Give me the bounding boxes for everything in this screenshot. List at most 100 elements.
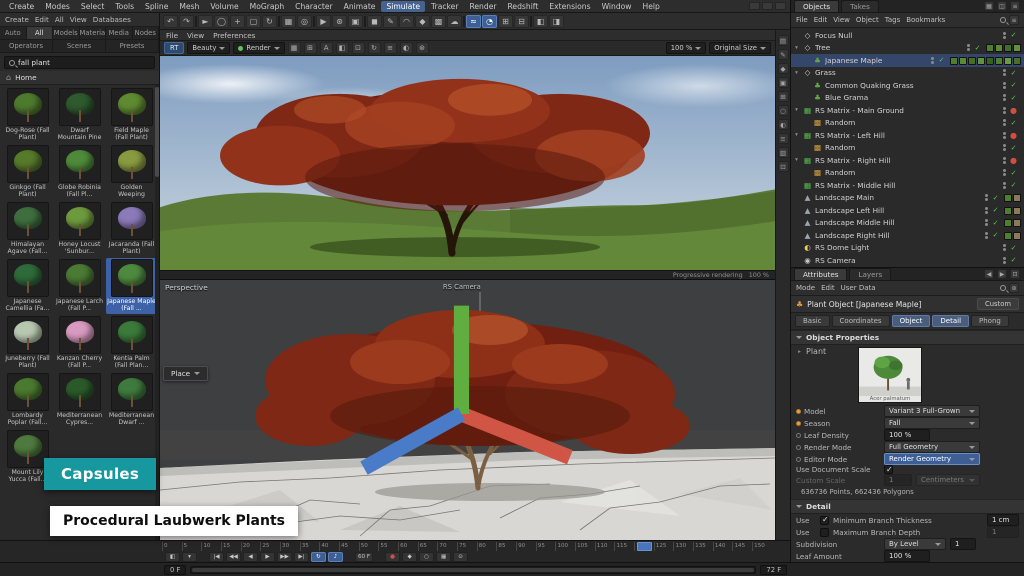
- visibility-dots[interactable]: [1003, 257, 1006, 264]
- visibility-dots[interactable]: [1003, 182, 1006, 189]
- object-name[interactable]: Landscape Left Hill: [815, 206, 884, 215]
- enable-toggle[interactable]: ✓: [1009, 181, 1018, 189]
- toolbar-icon[interactable]: [278, 16, 280, 27]
- object-row[interactable]: ♣ Japanese Maple ✓: [791, 54, 1024, 67]
- object-row[interactable]: ▲ Landscape Right Hill ✓: [791, 229, 1024, 242]
- object-row[interactable]: ◐ RS Dome Light ✓: [791, 242, 1024, 255]
- render-preview[interactable]: [160, 56, 775, 271]
- scale-tool-icon[interactable]: ▢: [246, 15, 261, 28]
- move-tool-icon[interactable]: +: [230, 15, 245, 28]
- object-name[interactable]: Blue Grama: [825, 93, 868, 102]
- visibility-dots[interactable]: [931, 57, 934, 64]
- menu-item[interactable]: Extensions: [544, 1, 595, 12]
- rotate-tool-icon[interactable]: ↻: [262, 15, 277, 28]
- rt-button[interactable]: RT: [164, 42, 184, 54]
- min-branch-checkbox[interactable]: [820, 516, 829, 525]
- object-name[interactable]: Landscape Middle Hill: [815, 218, 895, 227]
- settings-icon[interactable]: ⊛: [1009, 283, 1019, 293]
- expand-arrow-icon[interactable]: ▾: [793, 157, 800, 163]
- display-mode-icon[interactable]: ◧: [533, 15, 548, 28]
- asset-browser-tab[interactable]: Nodes: [133, 27, 160, 39]
- menu-item[interactable]: Select: [76, 1, 109, 12]
- expand-arrow-icon[interactable]: ▾: [793, 70, 800, 76]
- attribute-tab[interactable]: Layers: [849, 268, 891, 280]
- attribute-section-tab[interactable]: Coordinates: [832, 315, 890, 327]
- plant-card[interactable]: Dwarf Mountain Pine (...: [54, 87, 105, 143]
- live-selection-icon[interactable]: ◯: [214, 15, 229, 28]
- enable-toggle[interactable]: ✓: [1009, 81, 1018, 89]
- keyframe-selection-button[interactable]: ○: [419, 552, 434, 562]
- object-name[interactable]: Random: [825, 143, 855, 152]
- asset-browser-subtab[interactable]: Presets: [106, 40, 159, 52]
- plant-card[interactable]: Honey Locust 'Sunbur...: [54, 201, 105, 257]
- season-dropdown[interactable]: Fall: [884, 417, 980, 429]
- object-name[interactable]: Random: [825, 118, 855, 127]
- render-view-menu-item[interactable]: Preferences: [213, 31, 255, 40]
- asset-search[interactable]: [4, 56, 155, 69]
- enable-toggle[interactable]: ✓: [1009, 256, 1018, 264]
- playhead[interactable]: [637, 542, 652, 551]
- back-icon[interactable]: ◀: [984, 269, 994, 279]
- object-row[interactable]: ▲ Landscape Main ✓: [791, 192, 1024, 205]
- subdivision-level-field[interactable]: 1: [950, 538, 976, 550]
- keyframe-dot[interactable]: [796, 457, 801, 462]
- enable-toggle[interactable]: ✓: [1009, 94, 1018, 102]
- layout-grid-icon[interactable]: [762, 2, 773, 10]
- zoom-dropdown[interactable]: 100 %: [666, 42, 707, 54]
- render-dropdown[interactable]: Render: [233, 42, 284, 54]
- max-branch-field[interactable]: 1: [987, 526, 1019, 538]
- enable-toggle[interactable]: ✓: [1009, 244, 1018, 252]
- attribute-tab[interactable]: Attributes: [794, 268, 847, 280]
- enable-toggle[interactable]: ✓: [1009, 144, 1018, 152]
- workplane-icon[interactable]: ▣: [778, 77, 789, 88]
- render-view-menu-item[interactable]: View: [187, 31, 204, 40]
- object-name[interactable]: RS Matrix - Middle Hill: [815, 181, 895, 190]
- use-document-scale-checkbox[interactable]: [884, 465, 893, 474]
- attribute-section-tab[interactable]: Phong: [971, 315, 1009, 327]
- menu-item[interactable]: Animate: [339, 1, 381, 12]
- object-row[interactable]: ▾ ◇ Grass ✓: [791, 67, 1024, 80]
- layout-icon[interactable]: ▤: [778, 35, 789, 46]
- asset-browser-menu-item[interactable]: Create: [5, 15, 29, 24]
- object-row[interactable]: ◉ RS Camera ✓: [791, 254, 1024, 267]
- plant-card[interactable]: Golden Weeping Willo...: [106, 144, 157, 200]
- compare-icon[interactable]: ◧: [336, 42, 349, 54]
- object-manager-menu-item[interactable]: Object: [856, 16, 879, 24]
- current-frame-field[interactable]: 60 F: [355, 552, 373, 562]
- grid-icon[interactable]: ⊟: [514, 15, 529, 28]
- texture-tags[interactable]: [985, 43, 1021, 52]
- panel-menu-icon[interactable]: ≡: [1010, 1, 1020, 11]
- texture-tags[interactable]: [1003, 206, 1021, 215]
- object-row[interactable]: ♣ Common Quaking Grass ✓: [791, 79, 1024, 92]
- text-overlay-icon[interactable]: A: [320, 42, 333, 54]
- object-name[interactable]: Random: [825, 168, 855, 177]
- primitive-cube-icon[interactable]: ◼: [367, 15, 382, 28]
- selection-tool-icon[interactable]: ►: [198, 15, 213, 28]
- asset-browser-menu-item[interactable]: View: [70, 15, 87, 24]
- prev-key-button[interactable]: ◀◀: [226, 552, 241, 562]
- toolbar-icon[interactable]: [364, 16, 366, 27]
- size-dropdown[interactable]: Original Size: [709, 42, 771, 54]
- goto-start-button[interactable]: |◀: [209, 552, 224, 562]
- asset-breadcrumb[interactable]: ⌂ Home: [0, 71, 159, 85]
- attribute-section-tab[interactable]: Basic: [795, 315, 830, 327]
- plant-card[interactable]: Globe Robinia (Fall Pl...: [54, 144, 105, 200]
- plant-card[interactable]: Kanzan Cherry (Fall P...: [54, 315, 105, 371]
- volume-icon[interactable]: ☁: [447, 15, 462, 28]
- enable-toggle[interactable]: ●: [1009, 131, 1018, 140]
- view-icon[interactable]: ⊡: [778, 161, 789, 172]
- object-manager-menu-item[interactable]: File: [796, 16, 808, 24]
- object-name[interactable]: RS Dome Light: [815, 243, 869, 252]
- visibility-dots[interactable]: [1003, 82, 1006, 89]
- record-filter-button[interactable]: ▦: [436, 552, 451, 562]
- menu-item[interactable]: Redshift: [503, 1, 544, 12]
- toolbar-icon[interactable]: [530, 16, 532, 27]
- visibility-dots[interactable]: [1003, 69, 1006, 76]
- enable-toggle[interactable]: ●: [1009, 106, 1018, 115]
- visibility-dots[interactable]: [1003, 119, 1006, 126]
- object-name[interactable]: Focus Null: [815, 31, 852, 40]
- object-manager-menu-item[interactable]: Bookmarks: [906, 16, 945, 24]
- subdivision-dropdown[interactable]: By Level: [884, 538, 946, 550]
- plant-card[interactable]: Field Maple (Fall Plant): [106, 87, 157, 143]
- plant-card[interactable]: Japanese Maple (Fall ...: [106, 258, 157, 314]
